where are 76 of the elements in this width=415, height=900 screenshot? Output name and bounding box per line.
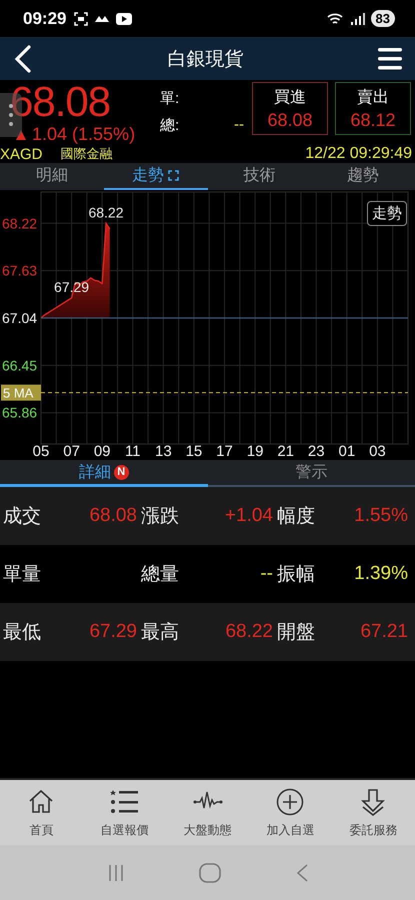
video-icon bbox=[116, 12, 132, 24]
price-annotation: 68.22 bbox=[88, 204, 124, 220]
tab[interactable]: 趨勢 bbox=[347, 165, 380, 186]
volume-label: 單: bbox=[160, 89, 180, 108]
nav-item[interactable]: 大盤動態 bbox=[166, 780, 249, 845]
stat-label: 最高 bbox=[141, 621, 180, 645]
quote-time: 12/22 09:29:49 bbox=[305, 145, 412, 163]
nav-item[interactable]: 自選報價 bbox=[83, 780, 166, 845]
stat-value: +1.04 bbox=[224, 505, 274, 527]
stat-label: 漲跌 bbox=[141, 505, 180, 529]
quote-box[interactable]: 賣出 68.12 bbox=[335, 82, 411, 135]
axis-label: 68.22 bbox=[2, 215, 38, 232]
stat-label: 振幅 bbox=[277, 563, 316, 587]
axis-label: 11 bbox=[124, 443, 141, 460]
menu-icon[interactable] bbox=[378, 48, 402, 70]
axis-label: 13 bbox=[155, 443, 172, 460]
list-icon bbox=[110, 788, 140, 816]
recent-apps-icon[interactable] bbox=[106, 864, 124, 882]
stat-label: 開盤 bbox=[277, 621, 316, 645]
notification-badge: N bbox=[114, 464, 129, 480]
page-title: 白銀現貨 bbox=[168, 48, 244, 72]
axis-label: 66.45 bbox=[2, 357, 38, 374]
ref-line-label: 5 MA bbox=[3, 386, 34, 401]
expand-icon[interactable] bbox=[168, 170, 180, 181]
stat-value: 1.55% bbox=[353, 505, 409, 527]
clock-time: 09:29 bbox=[23, 8, 66, 28]
axis-label: 03 bbox=[369, 443, 386, 460]
volume-value: -- bbox=[233, 116, 244, 135]
signal-icon bbox=[350, 12, 365, 24]
axis-label: 09 bbox=[94, 443, 110, 460]
tab[interactable]: 警示 bbox=[295, 462, 328, 483]
price-value: 68.12 bbox=[350, 110, 396, 130]
plus-circle-icon bbox=[276, 788, 306, 816]
axis-label: 05 bbox=[32, 443, 50, 460]
axis-label: 01 bbox=[338, 443, 356, 460]
axis-label: 67.04 bbox=[2, 310, 38, 326]
tab[interactable]: 走勢 bbox=[132, 165, 164, 186]
axis-label: 17 bbox=[216, 443, 233, 460]
battery-level: 83 bbox=[370, 10, 395, 27]
stat-label: 最低 bbox=[3, 621, 42, 645]
stat-value: 67.21 bbox=[359, 621, 409, 643]
axis-label: 19 bbox=[246, 443, 264, 460]
axis-label: 07 bbox=[63, 443, 80, 460]
market-name: 國際金融 bbox=[60, 145, 113, 163]
tab[interactable]: 明細 bbox=[36, 165, 68, 186]
axis-label: 65.86 bbox=[2, 404, 38, 421]
tab[interactable]: 詳細 bbox=[78, 462, 111, 482]
axis-label: 21 bbox=[277, 443, 294, 460]
price-value: 68.08 bbox=[267, 110, 313, 130]
stat-label: 成交 bbox=[3, 505, 42, 529]
axis-label: 15 bbox=[186, 443, 202, 460]
chart-mode-button[interactable]: 走勢 bbox=[367, 201, 407, 226]
stat-label: 總量 bbox=[141, 563, 180, 587]
stat-value: 68.22 bbox=[224, 621, 274, 643]
symbol-code: XAGD bbox=[0, 146, 43, 162]
price-change: 1.04 (1.55%) bbox=[32, 124, 136, 145]
screenshot-icon bbox=[74, 12, 88, 26]
stat-label: 幅度 bbox=[277, 505, 316, 529]
axis-label: 67.63 bbox=[2, 262, 38, 279]
stat-value: 67.29 bbox=[88, 621, 138, 643]
stat-value: 68.08 bbox=[88, 505, 138, 527]
wifi-icon bbox=[326, 12, 345, 26]
stat-value: 1.39% bbox=[353, 563, 409, 585]
volume-label: 總: bbox=[160, 116, 180, 135]
tab[interactable]: 技術 bbox=[243, 165, 276, 186]
back-icon[interactable] bbox=[13, 44, 33, 72]
axis-label: 23 bbox=[308, 443, 325, 460]
home-button-icon[interactable] bbox=[198, 862, 222, 884]
last-price: 68.08 bbox=[10, 80, 112, 124]
stat-label: 單量 bbox=[3, 563, 42, 587]
nav-item[interactable]: 首頁 bbox=[0, 780, 83, 845]
moving-average-tag: 5 MA bbox=[1, 384, 41, 401]
nav-item[interactable]: 委託服務 bbox=[332, 780, 415, 845]
nav-item[interactable]: 加入自選 bbox=[249, 780, 332, 845]
quote-box[interactable]: 買進 68.08 bbox=[252, 82, 328, 135]
stat-value: -- bbox=[259, 563, 274, 585]
